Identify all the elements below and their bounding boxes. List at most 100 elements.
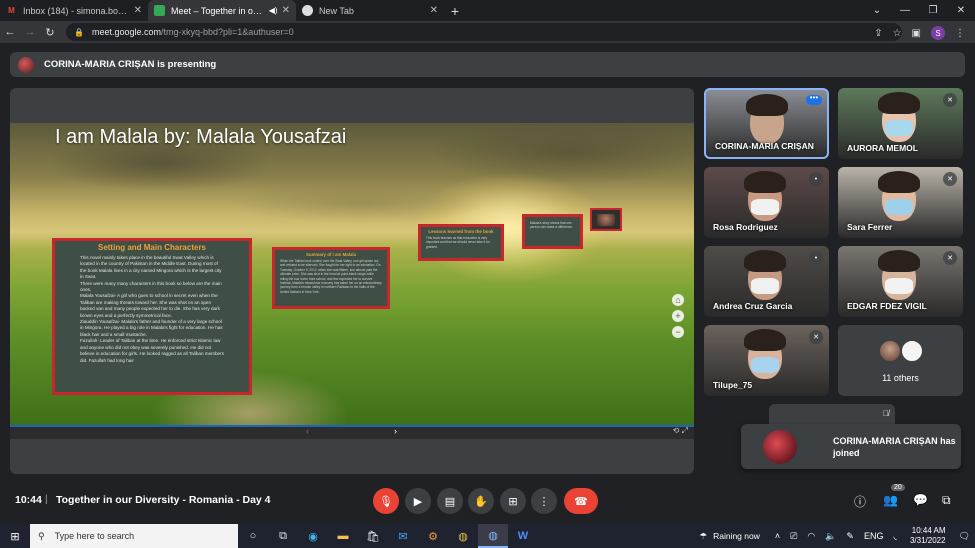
participant-video-hair bbox=[878, 171, 920, 193]
mic-toggle-button[interactable]: 🎙 bbox=[373, 488, 399, 514]
mic-off-icon: 🎙 bbox=[379, 495, 393, 508]
mail-icon[interactable]: ✉ bbox=[388, 524, 418, 548]
zoom-in-icon[interactable]: + bbox=[672, 310, 684, 322]
pen-icon[interactable]: ✎ bbox=[846, 531, 854, 542]
slide-title: I am Malala by: Malala Yousafzai bbox=[55, 126, 347, 148]
chrome-icon[interactable]: ◍ bbox=[448, 524, 478, 548]
close-window-icon[interactable]: ✕ bbox=[947, 0, 975, 21]
clock[interactable]: 10:44 AM 3/31/2022 bbox=[910, 526, 946, 546]
participant-tile[interactable]: EDGAR FDEZ VIGIL ✕ bbox=[838, 246, 963, 317]
participant-tile[interactable]: Rosa Rodriguez • bbox=[704, 167, 829, 238]
edge-icon[interactable]: ◉ bbox=[298, 524, 328, 548]
leave-call-button[interactable]: ☎ bbox=[564, 488, 598, 514]
home-icon[interactable]: ⌂ bbox=[672, 294, 684, 306]
settings-app-icon[interactable]: ⚙ bbox=[418, 524, 448, 548]
close-icon[interactable]: ✕ bbox=[134, 5, 142, 16]
people-icon[interactable]: 👥 bbox=[883, 493, 898, 507]
camera-toggle-button[interactable]: ▶ bbox=[405, 488, 431, 514]
slide-card-lessons[interactable]: Lessons learned from the book This book … bbox=[418, 224, 504, 261]
chat-icon[interactable]: 💬 bbox=[913, 493, 928, 507]
participant-name: EDGAR FDEZ VIGIL bbox=[847, 301, 927, 311]
speaker-icon[interactable]: ◀) bbox=[269, 6, 278, 15]
meeting-info-icon[interactable]: ⓘ bbox=[854, 493, 866, 510]
audio-indicator-icon: • bbox=[809, 172, 823, 186]
cortana-icon[interactable]: ○ bbox=[238, 524, 268, 548]
participant-tile[interactable]: CORINA-MARIA CRIȘAN ••• bbox=[704, 88, 829, 159]
forward-icon[interactable]: → bbox=[20, 26, 40, 38]
meet-now-icon[interactable]: ⎚ bbox=[790, 531, 797, 542]
participant-tile[interactable]: Tilupe_75 ✕ bbox=[704, 325, 829, 396]
side-panel-icon[interactable]: ▣ bbox=[912, 28, 921, 39]
participant-count-badge: 20 bbox=[891, 484, 905, 491]
participant-name: Sara Ferrer bbox=[847, 222, 893, 232]
close-icon[interactable]: ✕ bbox=[282, 5, 290, 16]
presentation-scrubber: ‹ › ⟲ ⤢ bbox=[10, 425, 694, 439]
volume-icon[interactable]: 🔈 bbox=[825, 531, 836, 542]
participant-video-hair bbox=[878, 250, 920, 272]
slide-card-setting[interactable]: Setting and Main Characters This novel m… bbox=[52, 238, 252, 395]
language-indicator[interactable]: ENG bbox=[864, 531, 884, 541]
windows-start-icon[interactable]: ⊞ bbox=[0, 530, 30, 543]
participant-video-hair bbox=[744, 329, 786, 351]
weather-widget[interactable]: ☂ Raining now bbox=[699, 531, 759, 542]
chrome-profile-icon[interactable]: ◍ bbox=[478, 524, 508, 548]
card-title: Setting and Main Characters bbox=[97, 243, 207, 252]
participant-tile[interactable]: AURORA MEMOL ✕ bbox=[838, 88, 963, 159]
captions-button[interactable]: ▤ bbox=[437, 488, 463, 514]
tray-chevron-icon[interactable]: ˄ bbox=[775, 531, 780, 541]
others-tile[interactable]: 11 others bbox=[838, 325, 963, 396]
taskbar-search-input[interactable]: ⚲ Type here to search bbox=[30, 524, 238, 548]
participant-name: Andrea Cruz Garcia bbox=[713, 301, 793, 311]
participant-video-mask bbox=[751, 357, 779, 373]
next-icon[interactable]: › bbox=[394, 426, 397, 436]
close-icon[interactable]: ✕ bbox=[430, 5, 438, 16]
url-input[interactable]: 🔒 meet.google.com/tmg-xkyq-bbd?pli=1&aut… bbox=[66, 23, 902, 41]
participant-tile[interactable]: Sara Ferrer ✕ bbox=[838, 167, 963, 238]
task-view-icon[interactable]: ⧉ bbox=[268, 524, 298, 548]
fullscreen-icon[interactable]: ⟲ ⤢ bbox=[673, 426, 688, 436]
tab-gmail[interactable]: M Inbox (184) - simona.bogdanesc ✕ bbox=[0, 0, 148, 21]
slide-card-summary[interactable]: Summary of I am Malala When the Taliban … bbox=[272, 247, 390, 309]
present-button[interactable]: ⊞ bbox=[500, 488, 526, 514]
tab-new[interactable]: New Tab ✕ bbox=[296, 0, 444, 21]
minimize-icon[interactable]: — bbox=[891, 0, 919, 21]
word-icon[interactable]: W bbox=[508, 524, 538, 548]
reload-icon[interactable]: ↻ bbox=[40, 26, 60, 39]
camera-icon: ▶ bbox=[413, 495, 423, 508]
participant-video-hair bbox=[746, 94, 788, 116]
system-tray: ☂ Raining now ˄ ⎚ ◠ 🔈 ✎ ENG ◟ 10:44 AM 3/… bbox=[699, 524, 975, 548]
menu-icon[interactable]: ⋮ bbox=[955, 28, 965, 39]
avatar bbox=[18, 56, 34, 73]
restore-icon[interactable]: ❐ bbox=[919, 0, 947, 21]
notifications-icon[interactable]: 🗨 bbox=[959, 531, 970, 542]
activities-icon[interactable]: ⧉ bbox=[942, 493, 951, 508]
join-notification: CORINA-MARIA CRIȘAN has joined bbox=[741, 424, 961, 469]
chrome-icon bbox=[302, 5, 313, 16]
avatar bbox=[763, 429, 797, 464]
profile-avatar[interactable]: S bbox=[931, 26, 945, 40]
slide-photo[interactable] bbox=[590, 208, 622, 231]
meeting-controls-bar: 10:44 | Together in our Diversity - Roma… bbox=[0, 484, 975, 520]
prev-icon[interactable]: ‹ bbox=[306, 426, 309, 436]
slide-card-message[interactable]: Malala's story shows that one person can… bbox=[522, 214, 583, 249]
wifi-icon[interactable]: ◟ bbox=[893, 531, 897, 542]
bookmark-star-icon[interactable]: ☆ bbox=[893, 28, 902, 39]
lock-icon[interactable]: 🔒 bbox=[74, 28, 84, 37]
more-options-button[interactable]: ⋮ bbox=[531, 488, 557, 514]
tab-search-icon[interactable]: ⌄ bbox=[863, 0, 891, 21]
address-bar: ← → ↻ 🔒 meet.google.com/tmg-xkyq-bbd?pli… bbox=[0, 21, 975, 43]
self-view-tile[interactable]: 🎙̸ bbox=[769, 404, 895, 426]
tab-meet[interactable]: Meet – Together in our Divers ◀) ✕ bbox=[148, 0, 296, 21]
store-icon[interactable]: 🛍 bbox=[358, 524, 388, 548]
share-icon[interactable]: ⇪ bbox=[874, 28, 882, 39]
back-icon[interactable]: ← bbox=[0, 26, 20, 38]
zoom-out-icon[interactable]: − bbox=[672, 326, 684, 338]
participant-video-mask bbox=[885, 120, 913, 136]
new-tab-button[interactable]: + bbox=[444, 0, 466, 21]
participant-tile[interactable]: Andrea Cruz Garcia • bbox=[704, 246, 829, 317]
slide[interactable]: I am Malala by: Malala Yousafzai Setting… bbox=[10, 123, 694, 425]
more-options-icon[interactable]: ••• bbox=[806, 94, 822, 105]
network-icon[interactable]: ◠ bbox=[807, 531, 815, 542]
file-explorer-icon[interactable]: ▬ bbox=[328, 524, 358, 548]
raise-hand-button[interactable]: ✋ bbox=[468, 488, 494, 514]
